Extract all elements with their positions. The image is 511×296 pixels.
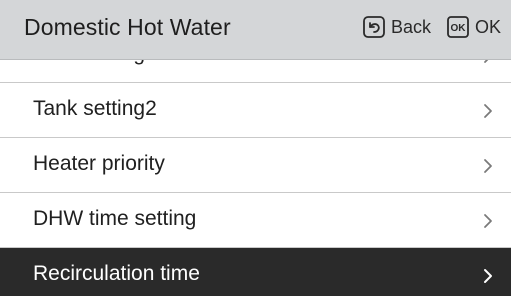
list-item-label: Heater priority xyxy=(33,152,165,175)
menu-list: Tank setting1 Tank setting2 Heater prior… xyxy=(0,28,511,296)
page-title: Domestic Hot Water xyxy=(24,14,231,40)
header-controls: Back OK OK xyxy=(353,16,501,38)
list-item-heater-priority[interactable]: Heater priority xyxy=(0,138,511,193)
chevron-right-icon xyxy=(481,103,495,119)
ok-key-icon: OK xyxy=(447,16,469,38)
chevron-right-icon xyxy=(481,268,495,284)
back-arrow-icon xyxy=(363,16,385,38)
svg-text:OK: OK xyxy=(450,23,466,34)
ok-button[interactable]: OK OK xyxy=(447,16,501,38)
back-button[interactable]: Back xyxy=(363,16,431,38)
list-item-dhw-time-setting[interactable]: DHW time setting xyxy=(0,193,511,248)
back-label: Back xyxy=(390,16,431,37)
header-bar: Domestic Hot Water Back OK OK xyxy=(0,0,511,60)
list-item-label: DHW time setting xyxy=(33,207,197,230)
chevron-right-icon xyxy=(481,158,495,174)
dhw-menu-screen: Domestic Hot Water Back OK OK Tank setti… xyxy=(0,0,511,296)
list-item-recirculation-time[interactable]: Recirculation time xyxy=(0,248,511,296)
ok-label: OK xyxy=(474,16,501,37)
list-item-label: Tank setting2 xyxy=(33,97,157,120)
chevron-right-icon xyxy=(481,213,495,229)
list-item-tank-setting2[interactable]: Tank setting2 xyxy=(0,83,511,138)
list-item-label: Recirculation time xyxy=(33,262,200,285)
